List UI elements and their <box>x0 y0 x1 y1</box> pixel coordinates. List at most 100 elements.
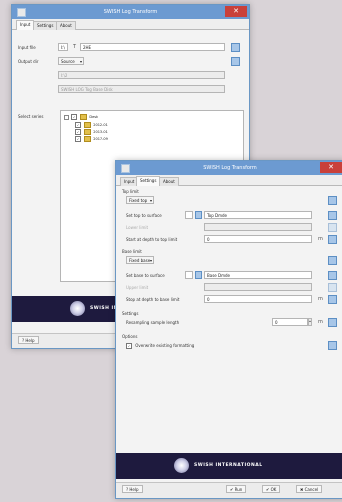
checkbox[interactable]: ✓ <box>75 136 81 142</box>
tab-settings[interactable]: Settings <box>33 21 58 30</box>
input-file-drive[interactable]: I:\ <box>58 43 68 51</box>
base-surface-icon <box>195 271 202 279</box>
help-label: Help <box>129 487 139 492</box>
base-depth-button[interactable] <box>328 295 337 304</box>
folder-icon <box>84 136 92 142</box>
unit-symbol: m <box>318 319 323 325</box>
top-surface-row: Set top to surface Top Dmde <box>122 211 338 221</box>
close-button[interactable]: ✕ <box>320 162 342 173</box>
tree-root[interactable]: ✓ Desk <box>64 114 98 120</box>
unit-symbol: m <box>318 236 323 242</box>
option-checkbox[interactable]: ✓ <box>126 343 132 349</box>
cancel-button[interactable]: ✖ Cancel <box>296 485 323 493</box>
base-surface-field[interactable]: Base Dmde <box>204 271 312 279</box>
top-limit-button[interactable] <box>328 196 337 205</box>
tab-input[interactable]: Input <box>16 20 35 30</box>
tree-item[interactable]: ✓ 2013-01 <box>75 129 108 135</box>
lower-limit-button <box>328 223 337 232</box>
logo-icon <box>70 301 85 316</box>
top-depth-label: Start at depth to top limit <box>126 237 178 242</box>
top-depth-field[interactable]: 0 <box>204 235 312 243</box>
options-group-label: Options <box>122 334 138 339</box>
checkbox[interactable]: ✓ <box>75 122 81 128</box>
cancel-label: Cancel <box>304 487 319 492</box>
brand-banner: SWISH INTERNATIONAL <box>116 453 342 479</box>
logo-icon <box>174 458 189 473</box>
expand-icon[interactable] <box>64 114 69 120</box>
help-button[interactable]: ? Help <box>122 485 143 493</box>
top-depth-button[interactable] <box>328 235 337 244</box>
output-dir-select[interactable]: Source ▾ <box>58 57 84 65</box>
title-bar: SWISH Log Transform ✕ <box>12 5 249 19</box>
path-row: I:\2 <box>18 71 243 81</box>
output-dir-row: Output dir Source ▾ <box>18 57 243 67</box>
input-file-field[interactable]: 2HE <box>80 43 225 51</box>
path-row-2: SWISH LOG Tog Base Disk <box>18 85 243 95</box>
help-button[interactable]: ? Help <box>18 336 39 344</box>
lower-limit-label: Lower limit <box>126 225 149 230</box>
base-limit-select[interactable]: Fixed base ▾ <box>126 256 154 264</box>
file-icon: T <box>73 44 77 50</box>
top-surface-field[interactable]: Top Dmde <box>204 211 312 219</box>
tree-item-label: 2013-01 <box>93 130 108 134</box>
upper-limit-label: Upper limit <box>126 285 149 290</box>
base-depth-row: Stop at depth to base limit 0 m <box>122 295 338 305</box>
browse-input-button[interactable] <box>231 43 240 52</box>
input-file-label: Input file <box>18 45 36 50</box>
top-limit-select[interactable]: Fixed top ▾ <box>126 196 154 204</box>
input-file-row: Input file I:\ T 2HE <box>18 43 243 53</box>
tree-item[interactable]: ✓ 2017-09 <box>75 136 108 142</box>
banner-text: SWISH INTERNATIONAL <box>194 463 263 468</box>
help-label: Help <box>25 338 35 343</box>
top-surface-button[interactable] <box>328 211 337 220</box>
folder-icon <box>80 114 88 120</box>
tab-about[interactable]: About <box>56 21 76 30</box>
resampling-button[interactable] <box>328 318 337 327</box>
tab-settings[interactable]: Settings <box>136 176 161 186</box>
resampling-field[interactable]: 0 <box>272 318 308 326</box>
checkbox[interactable]: ✓ <box>71 114 78 120</box>
resampling-row: Resampling sample length 0 ▴ m <box>122 318 338 328</box>
run-label: Run <box>234 487 243 492</box>
chevron-down-icon: ▾ <box>149 258 152 263</box>
path-field-2: SWISH LOG Tog Base Disk <box>58 85 225 93</box>
tree-item[interactable]: ✓ 2012-01 <box>75 122 108 128</box>
window-title: SWISH Log Transform <box>203 165 257 171</box>
path-field: I:\2 <box>58 71 225 79</box>
ok-label: OK <box>270 487 277 492</box>
tree-item-label: 2017-09 <box>93 137 108 141</box>
run-button[interactable]: ✔ Run <box>226 485 247 493</box>
base-surface-drive[interactable] <box>185 271 193 279</box>
top-surface-drive[interactable] <box>185 211 193 219</box>
base-depth-label: Stop at depth to base limit <box>126 297 180 302</box>
base-limit-row: Fixed base ▾ <box>122 256 338 266</box>
base-limit-button[interactable] <box>328 256 337 265</box>
option-item[interactable]: ✓ Overwrite existing formatting <box>126 343 194 349</box>
tab-about[interactable]: About <box>159 177 179 186</box>
browse-output-button[interactable] <box>231 57 240 66</box>
title-bar: SWISH Log Transform ✕ <box>116 161 342 175</box>
base-surface-row: Set base to surface Base Dmde <box>122 271 338 281</box>
top-limit-group-label: Top limit <box>122 189 139 194</box>
chevron-down-icon: ▾ <box>149 198 152 203</box>
upper-limit-button <box>328 283 337 292</box>
upper-limit-row: Upper limit <box>122 283 338 293</box>
chevron-down-icon: ▾ <box>79 59 82 64</box>
source-label: Select series <box>18 114 44 119</box>
tree-item-label: 2012-01 <box>93 123 108 127</box>
option-button[interactable] <box>328 341 337 350</box>
folder-icon <box>84 129 92 135</box>
lower-limit-field <box>204 223 312 231</box>
top-surface-icon <box>195 211 202 219</box>
resampling-spinner[interactable]: ▴ <box>308 318 312 326</box>
window-title: SWISH Log Transform <box>103 9 158 15</box>
checkbox[interactable]: ✓ <box>75 129 81 135</box>
base-surface-button[interactable] <box>328 271 337 280</box>
ok-button[interactable]: ✔ OK <box>262 485 281 493</box>
output-dir-label: Output dir <box>18 59 39 64</box>
app-icon <box>17 8 26 17</box>
base-limit-value: Fixed base <box>129 258 151 263</box>
resampling-label: Resampling sample length <box>126 320 180 325</box>
base-depth-field[interactable]: 0 <box>204 295 312 303</box>
close-button[interactable]: ✕ <box>225 6 247 17</box>
